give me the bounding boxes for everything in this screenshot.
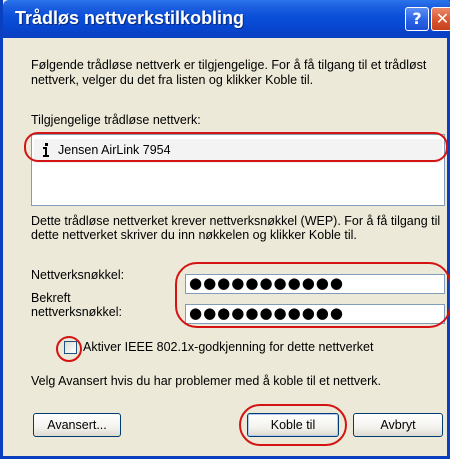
confirm-key-field[interactable]: ●●●●●●●●●●● xyxy=(185,304,445,324)
cancel-button[interactable]: Avbryt xyxy=(353,413,443,437)
advanced-button[interactable]: Avansert... xyxy=(33,413,121,437)
intro-text: Følgende trådløse nettverk er tilgjengel… xyxy=(31,58,427,87)
network-key-field[interactable]: ●●●●●●●●●●● xyxy=(185,274,445,294)
ieee-checkbox-label[interactable]: Aktiver IEEE 802.1x-godkjenning for dett… xyxy=(83,340,443,355)
ieee-checkbox[interactable] xyxy=(64,341,77,354)
networks-label: Tilgjengelige trådløse nettverk: xyxy=(31,113,201,127)
network-list[interactable]: Jensen AirLink 7954 xyxy=(31,134,445,206)
dialog-window: Trådløs nettverkstilkobling ? ✕ Følgende… xyxy=(0,0,450,459)
window-title: Trådløs nettverkstilkobling xyxy=(15,8,245,28)
title-bar[interactable]: Trådløs nettverkstilkobling ? ✕ xyxy=(3,0,450,38)
wireless-network-icon xyxy=(42,143,50,157)
advanced-hint: Velg Avansert hvis du har problemer med … xyxy=(31,374,381,388)
close-button[interactable]: ✕ xyxy=(431,7,450,31)
key-label: Nettverksnøkkel: xyxy=(31,268,125,282)
confirm-key-label: Bekreft nettverksnøkkel: xyxy=(31,291,123,319)
wep-text: Dette trådløse nettverket krever nettver… xyxy=(31,214,441,242)
help-button[interactable]: ? xyxy=(405,7,429,31)
network-name: Jensen AirLink 7954 xyxy=(58,143,171,157)
connect-button[interactable]: Koble til xyxy=(247,413,339,437)
list-item[interactable]: Jensen AirLink 7954 xyxy=(34,139,442,163)
